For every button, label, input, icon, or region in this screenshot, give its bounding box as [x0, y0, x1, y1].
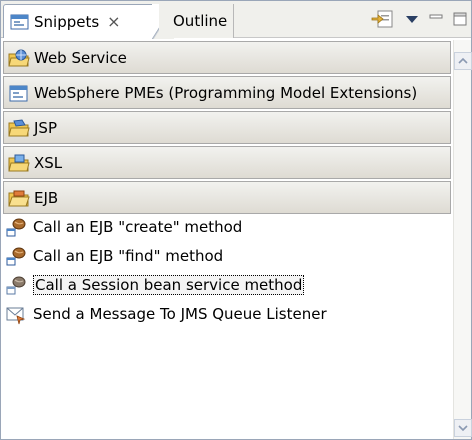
drawer-jsp[interactable]: JSP [3, 111, 451, 144]
tab-snippets-label: Snippets [34, 12, 100, 31]
drawer-folder-icon [8, 118, 30, 138]
snippet-entry-label: Call a Session bean service method [33, 274, 305, 295]
snippet-drawers: Web Service WebSphere PMEs (Programming … [3, 41, 451, 216]
drawer-label: WebSphere PMEs (Programming Model Extens… [34, 83, 418, 102]
chevron-up-icon [458, 57, 468, 64]
drawer-label: XSL [34, 153, 63, 172]
jms-message-icon [5, 303, 27, 325]
drawer-web-service-icon [8, 48, 30, 68]
ejb-bean-icon [5, 245, 27, 267]
ejb-bean-icon [5, 274, 27, 296]
drawer-label: EJB [34, 188, 59, 207]
snippet-entry-find[interactable]: Call an EJB "find" method [5, 243, 445, 268]
snippet-entry-jms[interactable]: Send a Message To JMS Queue Listener [5, 301, 445, 326]
snippet-entry-session-bean[interactable]: Call a Session bean service method [5, 272, 445, 297]
snippets-view: Snippets × Outline Web Service WebSphere… [0, 0, 472, 440]
maximize-icon[interactable] [453, 12, 467, 26]
scroll-up-button[interactable] [454, 52, 472, 70]
snippet-entry-label: Call an EJB "find" method [33, 246, 224, 265]
insert-snippet-icon[interactable] [371, 9, 395, 29]
drawer-folder-icon [8, 153, 30, 173]
tab-outline[interactable]: Outline [159, 4, 234, 38]
tab-bar: Snippets × Outline [1, 1, 471, 39]
drawer-label: JSP [34, 118, 57, 137]
chevron-down-icon [458, 425, 468, 432]
snippet-entry-label: Call an EJB "create" method [33, 217, 243, 236]
snippet-entry-label: Send a Message To JMS Queue Listener [33, 304, 327, 323]
minimize-icon[interactable] [429, 12, 443, 26]
snippet-entry-create[interactable]: Call an EJB "create" method [5, 214, 445, 239]
view-menu-icon[interactable] [405, 13, 419, 25]
drawer-folder-icon [8, 83, 30, 103]
tab-snippets[interactable]: Snippets × [3, 4, 174, 39]
drawer-ejb[interactable]: EJB [3, 181, 451, 214]
drawer-web-service[interactable]: Web Service [3, 41, 451, 74]
drawer-xsl[interactable]: XSL [3, 146, 451, 179]
drawer-websphere-pmes[interactable]: WebSphere PMEs (Programming Model Extens… [3, 76, 451, 109]
scroll-down-button[interactable] [454, 419, 472, 437]
vertical-scrollbar[interactable] [453, 40, 472, 439]
tab-outline-label: Outline [173, 12, 228, 30]
view-toolbar [371, 7, 471, 31]
ejb-bean-icon [5, 216, 27, 238]
snippet-entries: Call an EJB "create" method Call an EJB … [5, 214, 445, 330]
snippets-view-icon [10, 13, 30, 31]
drawer-folder-open-icon [8, 188, 30, 208]
close-icon[interactable]: × [107, 12, 120, 31]
drawer-label: Web Service [34, 48, 127, 67]
